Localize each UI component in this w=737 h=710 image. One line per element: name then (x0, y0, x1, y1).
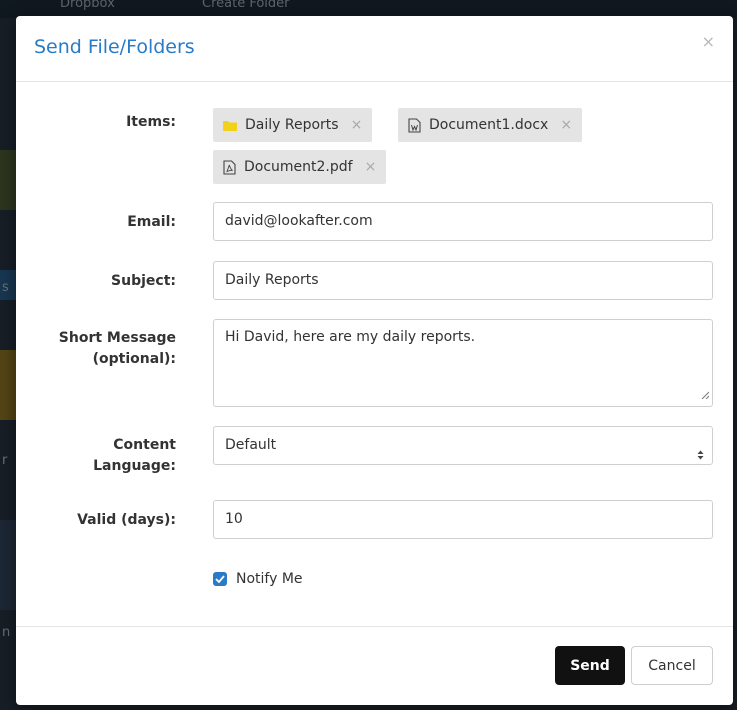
content-language-label-line: Content (113, 437, 176, 453)
dialog-title: Send File/Folders (34, 36, 195, 58)
content-language-select[interactable]: Default (213, 426, 713, 465)
word-document-icon (408, 117, 421, 133)
send-button[interactable]: Send (555, 646, 625, 685)
remove-item-icon[interactable]: × (365, 159, 377, 175)
close-button[interactable]: × (702, 34, 715, 50)
short-message-label-line: Short Message (58, 330, 176, 346)
short-message-label-line: (optional): (92, 351, 176, 367)
dialog-footer: Send Cancel (16, 626, 733, 705)
email-field[interactable]: david@lookafter.com (213, 202, 713, 241)
remove-item-icon[interactable]: × (351, 117, 363, 133)
resize-handle-icon[interactable] (701, 387, 710, 403)
send-files-dialog: Send File/Folders × Items: Daily Reports… (16, 16, 733, 705)
item-chip-daily-reports: Daily Reports × (213, 108, 373, 142)
short-message-textarea[interactable]: Hi David, here are my daily reports. (213, 319, 713, 407)
item-chip-document2: Document2.pdf × (213, 150, 387, 184)
email-label: Email: (127, 214, 176, 230)
remove-item-icon[interactable]: × (560, 117, 572, 133)
folder-icon (223, 120, 237, 131)
items-label: Items: (126, 114, 176, 130)
subject-label: Subject: (111, 273, 176, 289)
dialog-header: Send File/Folders × (16, 16, 733, 82)
notify-me-label[interactable]: Notify Me (236, 569, 303, 589)
cancel-button[interactable]: Cancel (631, 646, 713, 685)
item-chip-label: Document1.docx (429, 117, 549, 133)
short-message-label: Short Message (optional): (59, 328, 176, 370)
valid-days-field[interactable]: 10 (213, 500, 713, 539)
item-chip-document1: Document1.docx × (398, 108, 583, 142)
item-chip-label: Daily Reports (245, 117, 339, 133)
short-message-text: Hi David, here are my daily reports. (225, 329, 476, 345)
content-language-label: Content Language: (93, 435, 176, 477)
check-icon (215, 575, 225, 583)
subject-field[interactable]: Daily Reports (213, 261, 713, 300)
select-caret-icon (697, 439, 704, 476)
pdf-document-icon (223, 159, 236, 175)
content-language-label-line: Language: (93, 458, 176, 474)
notify-me-checkbox[interactable] (213, 572, 227, 586)
valid-days-label: Valid (days): (77, 512, 176, 528)
content-language-value: Default (225, 437, 277, 453)
item-chip-label: Document2.pdf (244, 159, 353, 175)
